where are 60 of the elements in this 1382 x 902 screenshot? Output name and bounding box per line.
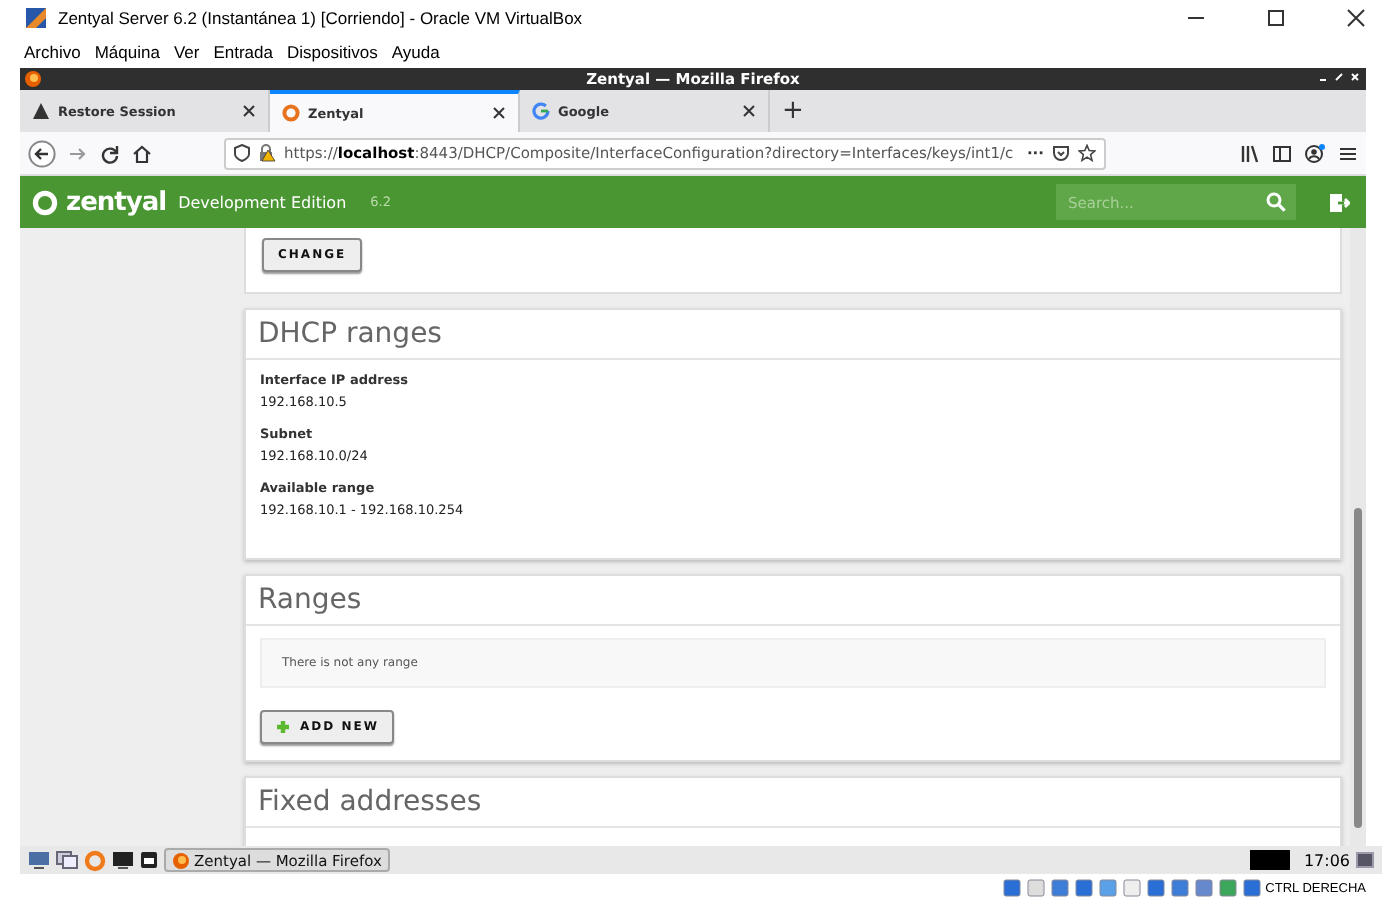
panel-title: DHCP ranges bbox=[258, 318, 442, 350]
device-status-icon[interactable] bbox=[1217, 878, 1238, 898]
menu-item[interactable]: Archivo bbox=[24, 42, 81, 62]
close-icon[interactable] bbox=[742, 104, 756, 118]
virtualbox-icon bbox=[24, 6, 48, 30]
device-status-icon[interactable] bbox=[1241, 878, 1262, 898]
clock: 17:06 bbox=[1303, 851, 1350, 869]
plus-icon bbox=[276, 720, 290, 734]
device-status-icon[interactable] bbox=[1001, 878, 1022, 898]
windows-icon[interactable] bbox=[56, 850, 78, 870]
panel-title: Ranges bbox=[258, 584, 362, 616]
logo-ring-icon bbox=[32, 189, 58, 215]
window-title: Zentyal Server 6.2 (Instantánea 1) [Corriendo] - Oracle VM VirtualBox bbox=[58, 8, 583, 28]
search-button[interactable] bbox=[1256, 184, 1296, 220]
new-tab-button[interactable]: + bbox=[770, 96, 816, 126]
device-status-icon[interactable] bbox=[1193, 878, 1214, 898]
menu-item[interactable]: Entrada bbox=[213, 42, 273, 62]
menu-item[interactable]: Máquina bbox=[94, 42, 160, 62]
close-icon[interactable] bbox=[1346, 8, 1366, 28]
shield-icon bbox=[234, 144, 250, 162]
search-icon[interactable] bbox=[1266, 192, 1286, 212]
library-icon[interactable] bbox=[1240, 143, 1260, 163]
menu-icon[interactable] bbox=[1338, 143, 1358, 163]
star-icon[interactable] bbox=[1078, 144, 1096, 162]
firefox-icon bbox=[172, 851, 190, 869]
maximize-icon[interactable] bbox=[1266, 8, 1286, 28]
logout-icon[interactable] bbox=[1328, 191, 1350, 213]
reload-icon[interactable] bbox=[100, 143, 120, 163]
device-status-icon[interactable] bbox=[1049, 878, 1070, 898]
home-icon[interactable] bbox=[132, 143, 152, 163]
panel-title: Fixed addresses bbox=[258, 786, 482, 818]
close-icon[interactable] bbox=[492, 106, 506, 120]
device-status-icon[interactable] bbox=[1073, 878, 1094, 898]
firefox-icon bbox=[24, 70, 42, 88]
device-status-icon[interactable] bbox=[1169, 878, 1190, 898]
pocket-icon[interactable] bbox=[1052, 144, 1070, 162]
forward-icon[interactable] bbox=[68, 143, 88, 163]
menu-item[interactable]: Ayuda bbox=[391, 42, 440, 62]
close-icon[interactable] bbox=[242, 104, 256, 118]
maximize-icon[interactable] bbox=[1334, 68, 1344, 86]
menu-item[interactable]: Dispositivos bbox=[287, 42, 378, 62]
scrollbar-thumb[interactable] bbox=[1354, 508, 1362, 828]
device-status-icon[interactable] bbox=[1145, 878, 1166, 898]
device-status-icon[interactable] bbox=[1097, 878, 1118, 898]
logo-text: zentyal bbox=[66, 187, 167, 217]
google-icon bbox=[532, 102, 550, 120]
terminal-icon[interactable] bbox=[112, 850, 134, 870]
insecure-lock-icon bbox=[258, 144, 276, 162]
screen-icon[interactable] bbox=[1356, 851, 1374, 869]
close-icon[interactable] bbox=[1350, 68, 1360, 86]
blank-indicator-icon bbox=[1249, 850, 1290, 870]
monitor-icon[interactable] bbox=[28, 850, 50, 870]
account-icon[interactable] bbox=[1304, 143, 1326, 163]
menu-item[interactable]: Ver bbox=[173, 42, 200, 62]
edition-label: Development Edition bbox=[178, 193, 347, 211]
back-icon[interactable] bbox=[28, 139, 56, 167]
ring-icon bbox=[282, 104, 300, 122]
window-icon[interactable] bbox=[140, 850, 158, 870]
warning-icon bbox=[32, 102, 50, 120]
sidebar-icon[interactable] bbox=[1272, 143, 1292, 163]
